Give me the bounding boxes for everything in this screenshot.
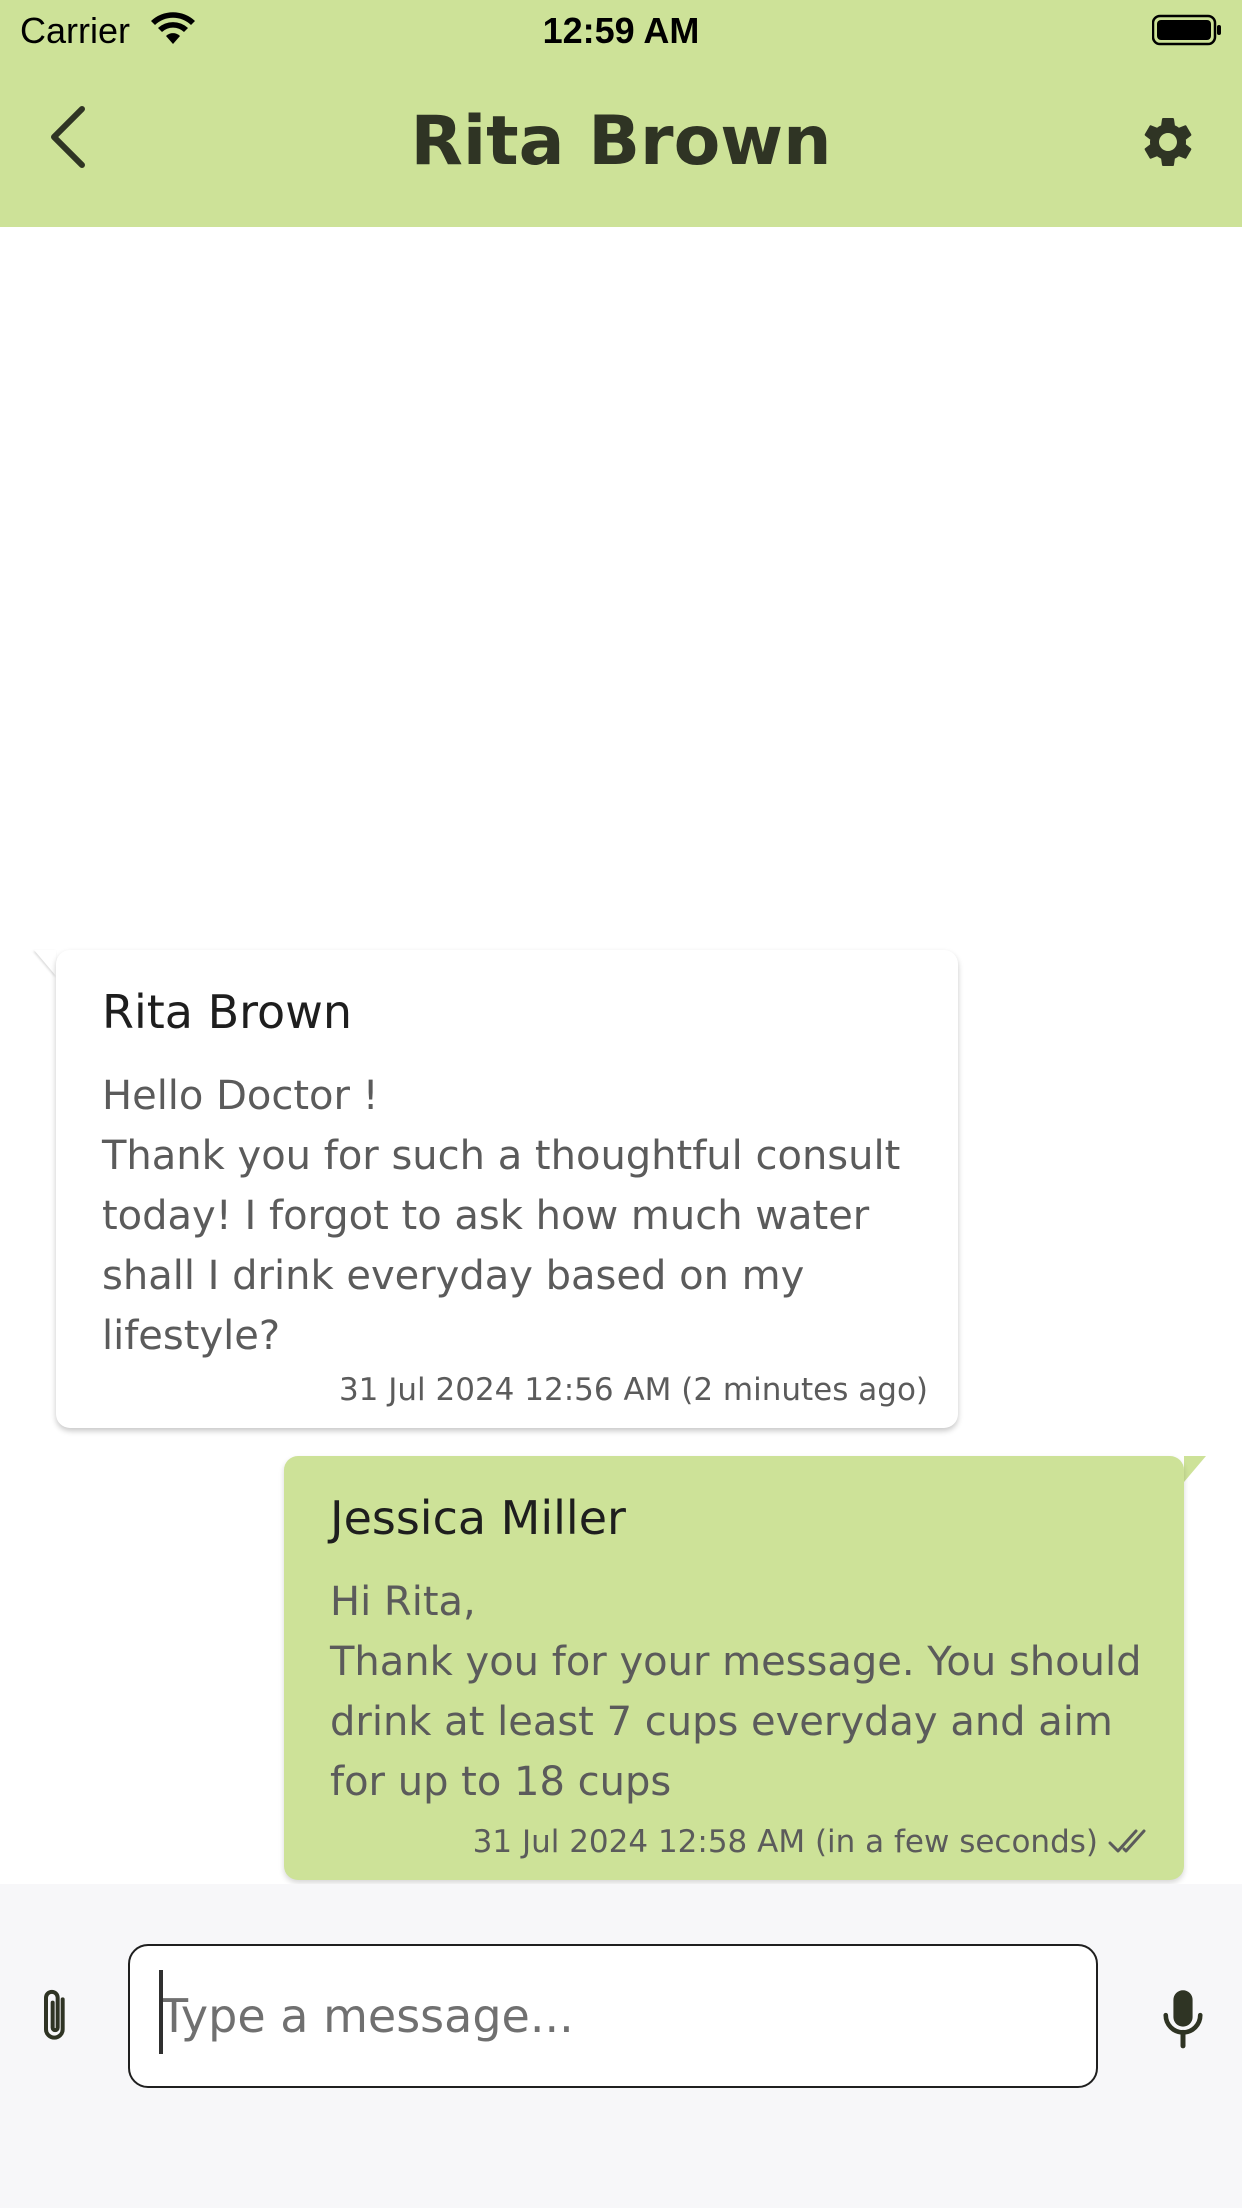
chat-screen: Carrier 12:59 AM Rita Brown Rita Brown H… [0, 0, 1242, 2208]
message-line: today! I forgot to ask how much water [102, 1193, 870, 1239]
message-body: Hello Doctor ! Thank you for such a thou… [102, 1066, 900, 1366]
attach-button[interactable] [30, 1984, 82, 2048]
message-sender: Rita Brown [102, 985, 352, 1039]
message-line: Thank you for your message. You should [330, 1639, 1142, 1685]
timestamp-text: 31 Jul 2024 12:58 AM (in a few seconds) [472, 1824, 1098, 1860]
paperclip-icon [44, 1989, 65, 2040]
message-line: Thank you for such a thoughtful consult [102, 1133, 901, 1179]
message-body: Hi Rita, Thank you for your message. You… [330, 1572, 1141, 1812]
header: Carrier 12:59 AM Rita Brown [0, 0, 1242, 227]
microphone-icon [1163, 1990, 1203, 2049]
settings-button[interactable] [1136, 110, 1200, 174]
message-bubble-outgoing[interactable]: Jessica Miller Hi Rita, Thank you for yo… [284, 1456, 1184, 1880]
status-bar: Carrier 12:59 AM [0, 0, 1242, 62]
message-timestamp: 31 Jul 2024 12:56 AM (2 minutes ago) [339, 1370, 928, 1410]
bubble-tail-incoming [34, 950, 56, 976]
message-bubble-incoming[interactable]: Rita Brown Hello Doctor ! Thank you for … [56, 950, 958, 1428]
bubble-tail-outgoing [1184, 1456, 1206, 1482]
text-caret [159, 1970, 163, 2054]
message-timestamp: 31 Jul 2024 12:58 AM (in a few seconds) [473, 1822, 1154, 1862]
message-line: shall I drink everyday based on my [102, 1253, 805, 1299]
battery-icon [1152, 14, 1221, 46]
gear-icon [1144, 117, 1192, 166]
message-line: for up to 18 cups [330, 1759, 672, 1805]
message-input[interactable] [128, 1944, 1098, 2088]
message-composer [0, 1884, 1242, 2208]
timestamp-text: 31 Jul 2024 12:56 AM (2 minutes ago) [338, 1372, 928, 1408]
message-line: drink at least 7 cups everyday and aim [330, 1699, 1113, 1745]
message-line: Hello Doctor ! [102, 1073, 379, 1119]
nav-bar: Rita Brown [0, 62, 1242, 227]
clock: 12:59 AM [542, 10, 700, 51]
message-line: lifestyle? [102, 1313, 281, 1359]
microphone-button[interactable] [1158, 1984, 1208, 2054]
message-sender: Jessica Miller [330, 1491, 626, 1545]
page-title: Rita Brown [410, 102, 832, 181]
double-check-icon [1108, 1829, 1146, 1853]
message-line: Hi Rita, [330, 1579, 476, 1625]
